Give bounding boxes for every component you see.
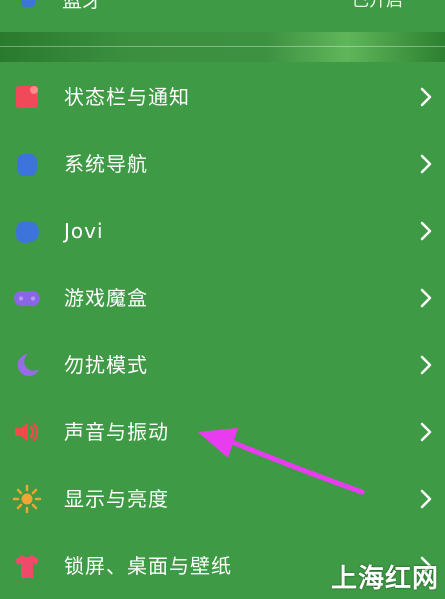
- section-divider-banner: [0, 32, 445, 62]
- settings-row-status-bar[interactable]: 状态栏与通知: [0, 64, 445, 130]
- bluetooth-status: 已开启: [352, 0, 403, 11]
- chevron-right-icon: [419, 287, 433, 309]
- settings-row-label: 锁屏、桌面与壁纸: [64, 554, 232, 578]
- settings-row-game-box[interactable]: 游戏魔盒: [0, 265, 445, 331]
- settings-row-bluetooth[interactable]: 蓝牙 已开启: [0, 0, 445, 18]
- settings-row-label: 蓝牙: [62, 0, 102, 13]
- settings-row-label: 系统导航: [64, 152, 148, 176]
- settings-row-display-brightness[interactable]: 显示与亮度: [0, 466, 445, 532]
- chevron-right-icon: [419, 220, 433, 242]
- settings-row-label: 声音与振动: [64, 420, 169, 444]
- settings-row-label: 状态栏与通知: [64, 85, 190, 109]
- settings-row-label: 勿扰模式: [64, 353, 148, 377]
- speaker-icon: [12, 417, 42, 447]
- chevron-right-icon: [419, 488, 433, 510]
- settings-row-jovi[interactable]: Jovi: [0, 198, 445, 264]
- navigation-icon: [12, 149, 42, 179]
- chevron-right-icon: [419, 86, 433, 108]
- settings-row-label: Jovi: [64, 219, 104, 243]
- settings-row-sound-vibration[interactable]: 声音与振动: [0, 399, 445, 465]
- sun-icon: [12, 484, 42, 514]
- settings-row-do-not-disturb[interactable]: 勿扰模式: [0, 332, 445, 398]
- moon-icon: [12, 350, 42, 380]
- settings-row-label: 游戏魔盒: [64, 286, 148, 310]
- chevron-right-icon: [419, 354, 433, 376]
- bluetooth-icon: [15, 0, 41, 11]
- watermark-logo: 上海红网: [330, 564, 439, 594]
- settings-row-label: 显示与亮度: [64, 487, 169, 511]
- jovi-icon: [12, 216, 42, 246]
- settings-row-navigation[interactable]: 系统导航: [0, 131, 445, 197]
- gamepad-icon: [12, 283, 42, 313]
- chevron-right-icon: [419, 153, 433, 175]
- shirt-icon: [12, 551, 42, 581]
- status-bar-icon: [12, 82, 42, 112]
- chevron-right-icon: [419, 421, 433, 443]
